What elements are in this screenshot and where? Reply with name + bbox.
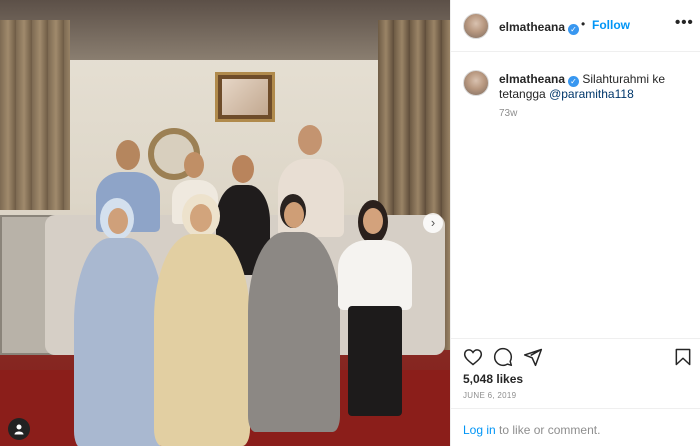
login-prompt-rest: to like or comment. [495, 423, 601, 437]
bookmark-icon[interactable] [673, 347, 693, 367]
photo-person [332, 200, 418, 430]
action-bar [451, 338, 700, 374]
post-side-panel: elmatheana ✓ • Follow ••• elmatheana ✓ Sil… [450, 0, 700, 446]
separator-dot: • [581, 17, 586, 31]
more-options-icon[interactable]: ••• [675, 14, 694, 31]
photo-person [246, 194, 342, 434]
post-age[interactable]: 73w [499, 108, 517, 119]
photo-wall-frame [215, 72, 275, 122]
post-author: elmatheana ✓ [499, 18, 580, 36]
comment-icon[interactable] [493, 347, 513, 367]
likes-count[interactable]: 5,048 likes [463, 372, 523, 386]
next-photo-button[interactable]: › [423, 213, 443, 233]
post-date: JUNE 6, 2019 [463, 391, 517, 400]
photo-curtain-left [0, 20, 70, 210]
share-icon[interactable] [523, 347, 543, 367]
login-prompt: Log in to like or comment. [451, 408, 700, 446]
verified-badge-icon: ✓ [568, 76, 580, 87]
caption-avatar[interactable] [463, 70, 489, 96]
user-tag-icon[interactable] [8, 418, 30, 440]
avatar[interactable] [463, 13, 489, 39]
verified-badge-icon: ✓ [568, 24, 580, 35]
follow-button[interactable]: Follow [592, 18, 630, 32]
photo-person [152, 194, 252, 446]
login-prompt-text: Log in to like or comment. [463, 423, 600, 437]
heart-icon[interactable] [463, 347, 483, 367]
post-header: elmatheana ✓ • Follow ••• [451, 0, 700, 52]
caption-username[interactable]: elmatheana [499, 72, 565, 86]
post-caption: elmatheana ✓ Silahturahmi ke tetangga @pa… [499, 72, 689, 102]
photo-person [72, 198, 164, 446]
caption-mention-link[interactable]: @paramitha118 [549, 87, 634, 101]
login-link[interactable]: Log in [463, 423, 496, 437]
post-photo[interactable]: › [0, 0, 450, 446]
author-username[interactable]: elmatheana [499, 20, 565, 34]
